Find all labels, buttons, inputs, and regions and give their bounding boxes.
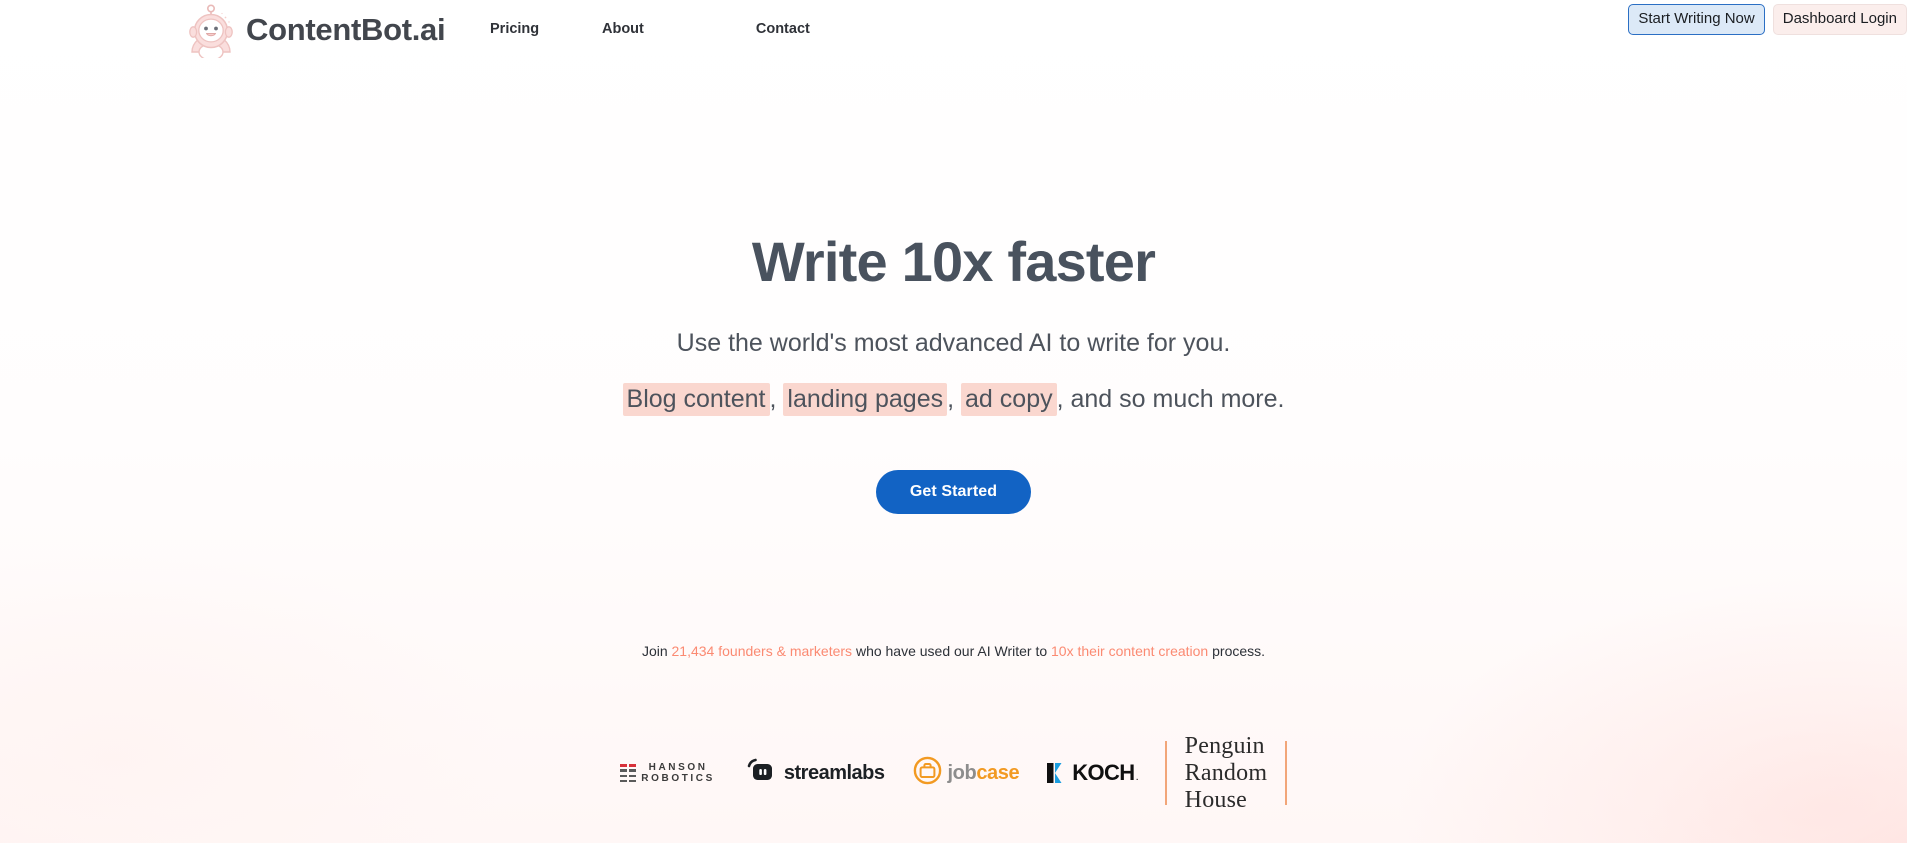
cta-container: Get Started [0, 470, 1907, 514]
hero-subheading-line2: Blog content, landing pages, ad copy, an… [0, 383, 1907, 417]
logo-koch: KOCH . [1047, 760, 1139, 786]
subheading-separator: , [947, 385, 962, 413]
brand-logo-link[interactable]: ContentBot.ai [185, 2, 446, 58]
social-proof-prefix: Join [641, 643, 672, 659]
subheading-separator: , [769, 385, 784, 413]
page-title: Write 10x faster [751, 230, 1156, 293]
subheading-tail: , and so much more. [1056, 385, 1285, 413]
get-started-button[interactable]: Get Started [875, 470, 1032, 514]
dashboard-login-button[interactable]: Dashboard Login [1772, 4, 1907, 35]
streamlabs-icon [747, 758, 777, 789]
koch-wordmark: KOCH [1072, 760, 1135, 786]
logo-hanson-robotics: HANSON ROBOTICS [619, 762, 715, 785]
site-header: ContentBot.ai Pricing About Contact Star… [0, 0, 1907, 63]
penguin-divider-right [1285, 741, 1288, 806]
koch-wordmark-dot: . [1135, 771, 1139, 784]
primary-nav: Pricing About Contact [490, 21, 810, 37]
social-proof-outcome: 10x their content creation [1051, 643, 1209, 659]
jobcase-wordmark-part2: case [976, 761, 1020, 784]
logo-penguin-random-house: Penguin Random House [1164, 733, 1288, 814]
robot-head-icon [185, 2, 237, 58]
logo-jobcase: jobcase [913, 756, 1020, 790]
koch-mark-icon [1047, 762, 1072, 784]
highlight-ad-copy: ad copy [961, 383, 1057, 416]
penguin-line2: Random [1184, 759, 1268, 786]
start-writing-now-button[interactable]: Start Writing Now [1628, 4, 1765, 35]
streamlabs-wordmark: streamlabs [783, 761, 885, 784]
penguin-line1: Penguin [1184, 733, 1265, 759]
social-proof-count: 21,434 founders & marketers [671, 643, 853, 659]
hanson-robotics-mark-icon [619, 764, 637, 783]
hanson-line1: HANSON [648, 762, 708, 774]
landing-page: ContentBot.ai Pricing About Contact Star… [0, 0, 1907, 843]
highlight-blog-content: Blog content [622, 383, 770, 416]
logo-streamlabs: streamlabs [747, 758, 885, 789]
brand-name: ContentBot.ai [246, 12, 446, 47]
nav-item-contact[interactable]: Contact [756, 21, 810, 37]
highlight-landing-pages: landing pages [783, 383, 948, 416]
header-actions: Start Writing Now Dashboard Login [1628, 4, 1907, 35]
jobcase-wordmark-part1: job [947, 761, 977, 784]
social-proof-suffix: process. [1208, 643, 1266, 659]
customer-logo-strip: HANSON ROBOTICS streamlabs jobcase KOCH … [0, 733, 1907, 814]
social-proof-text: Join 21,434 founders & marketers who hav… [0, 642, 1907, 662]
hanson-line2: ROBOTICS [641, 773, 715, 785]
hero-subheading-line1: Use the world's most advanced AI to writ… [676, 329, 1231, 357]
penguin-divider-left [1164, 741, 1167, 806]
social-proof-middle: who have used our AI Writer to [852, 643, 1052, 659]
briefcase-circle-icon [913, 756, 942, 790]
penguin-line3: House [1184, 786, 1247, 813]
nav-item-about[interactable]: About [602, 21, 644, 37]
